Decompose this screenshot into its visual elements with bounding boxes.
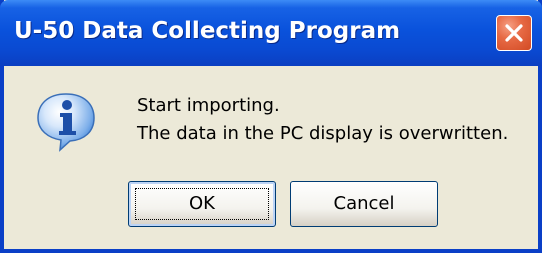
close-button[interactable] [496, 15, 532, 51]
message-line: Start importing. [137, 95, 280, 116]
info-icon [37, 93, 95, 152]
ok-button[interactable]: OK [128, 181, 276, 227]
cancel-button-label: Cancel [333, 193, 395, 214]
focus-rectangle [135, 188, 269, 220]
title-bar[interactable]: U-50 Data Collecting Program [0, 0, 542, 66]
message-text: Start importing. The data in the PC disp… [137, 92, 508, 148]
close-icon [505, 24, 523, 42]
cancel-button[interactable]: Cancel [290, 181, 438, 227]
message-dialog: U-50 Data Collecting Program Start impor… [0, 0, 542, 253]
message-line: The data in the PC display is overwritte… [137, 123, 509, 144]
dialog-title: U-50 Data Collecting Program [14, 18, 401, 44]
